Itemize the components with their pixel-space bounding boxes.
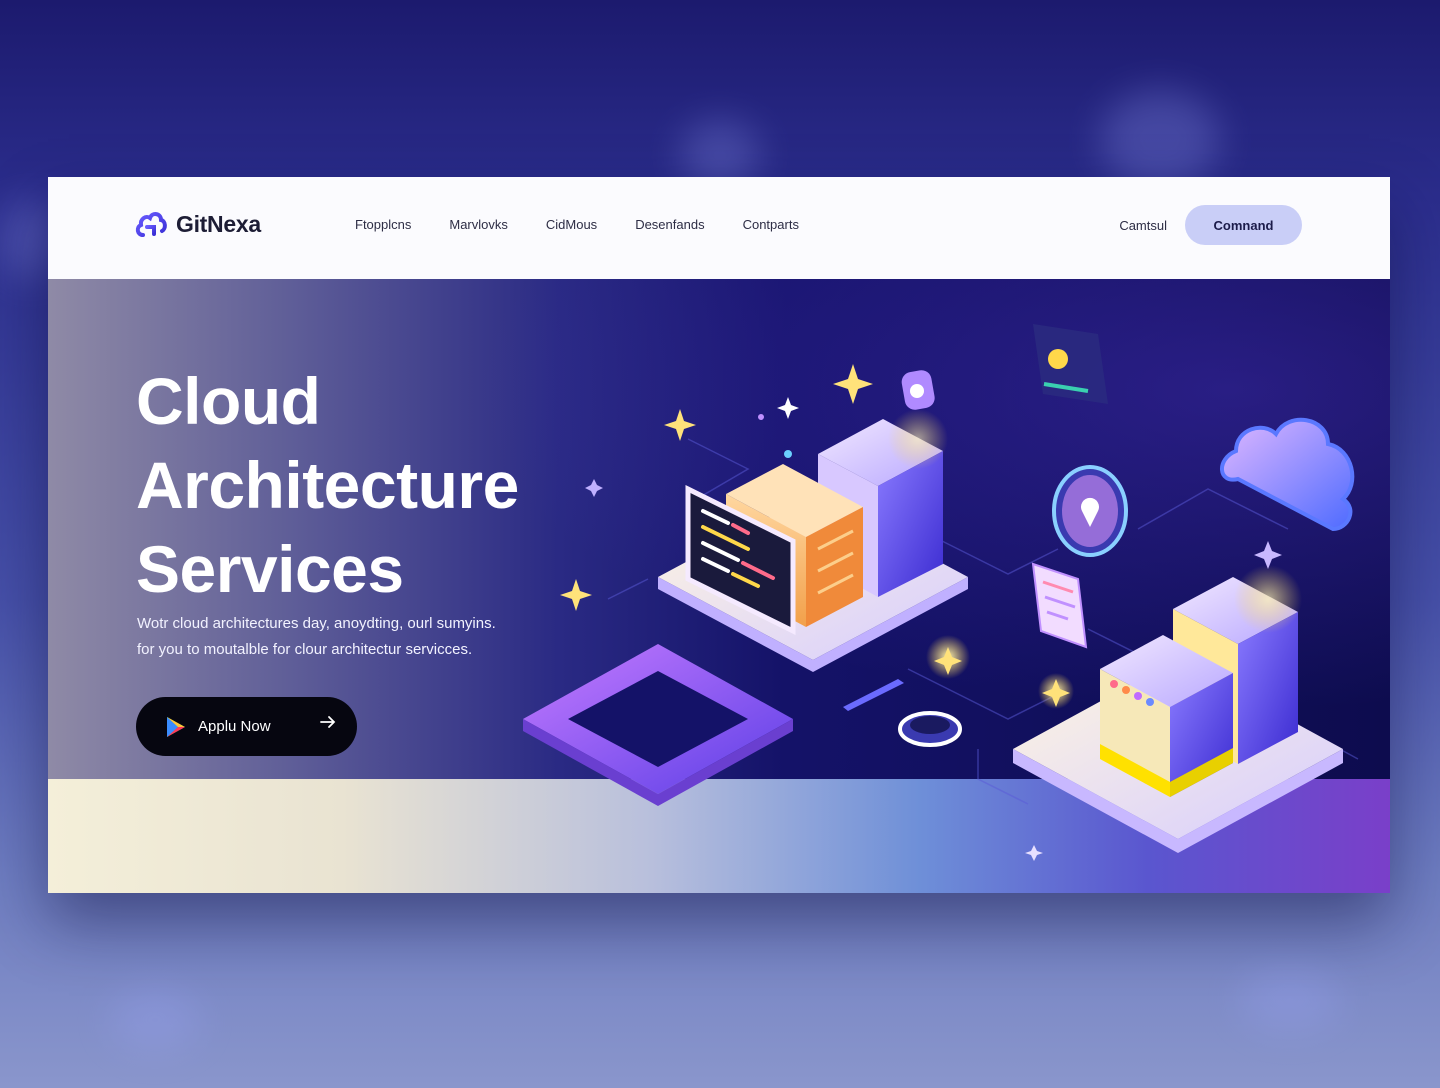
badge-icon	[901, 370, 935, 410]
arrow-right-icon	[319, 713, 337, 737]
nav-links: Ftopplcns Marvlovks CidMous Desenfands C…	[355, 217, 799, 232]
brand-name: GitNexa	[176, 210, 261, 237]
square-frame-platform	[523, 644, 793, 806]
hero-desc-line2: for you to moutalble for clour architect…	[137, 641, 473, 658]
connector-bar	[843, 679, 904, 711]
nav-link-5[interactable]: Contparts	[743, 217, 799, 232]
nav-link-3[interactable]: CidMous	[546, 217, 597, 232]
website-mockup-frame: GitNexa Ftopplcns Marvlovks CidMous Dese…	[48, 177, 1390, 893]
document-icon	[1031, 562, 1088, 649]
top-navbar: GitNexa Ftopplcns Marvlovks CidMous Dese…	[48, 177, 1390, 279]
nav-link-2[interactable]: Marvlovks	[449, 217, 508, 232]
brand-logo[interactable]: GitNexa	[134, 207, 261, 241]
hero-description: Wotr cloud architectures day, anoydting,…	[137, 611, 557, 663]
bokeh-light	[110, 990, 200, 1050]
nav-link-4[interactable]: Desenfands	[635, 217, 704, 232]
location-pin-icon	[1052, 465, 1128, 557]
hero-section: Cloud Architecture Services Wotr cloud a…	[48, 279, 1390, 893]
hero-title-line1: Cloud	[136, 364, 321, 438]
cloud-icon	[1220, 417, 1355, 532]
disk-button-icon	[898, 711, 962, 747]
nav-actions: Camtsul Comnand	[1119, 205, 1302, 245]
cloud-logo-icon	[135, 212, 167, 237]
apply-now-button[interactable]: Applu Now	[136, 697, 357, 756]
bokeh-light	[1240, 970, 1340, 1030]
hero-title-line3: Services	[136, 532, 404, 606]
command-button[interactable]: Comnand	[1185, 205, 1302, 245]
contact-link[interactable]: Camtsul	[1119, 218, 1167, 233]
bokeh-light	[1100, 90, 1220, 190]
hero-desc-line1: Wotr cloud architectures day, anoydting,…	[137, 615, 496, 632]
hero-title: Cloud Architecture Services	[136, 359, 596, 611]
apply-now-label: Applu Now	[198, 718, 271, 735]
nav-link-1[interactable]: Ftopplcns	[355, 217, 411, 232]
floating-app-tile	[1033, 324, 1108, 404]
hero-title-line2: Architecture	[136, 448, 519, 522]
play-icon	[167, 716, 185, 737]
